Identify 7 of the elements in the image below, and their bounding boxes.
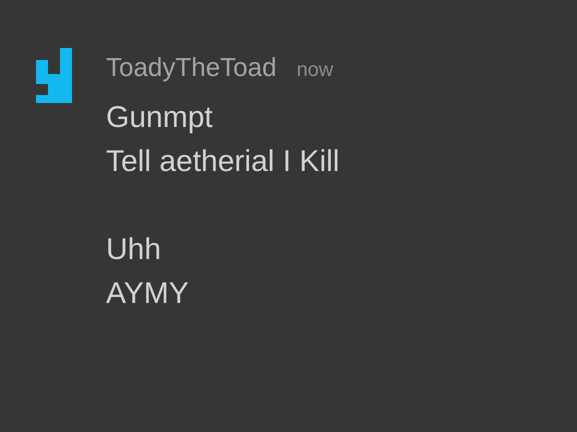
timestamp: now	[296, 59, 334, 82]
message-line: Tell aetherial I Kill	[106, 144, 340, 180]
message-line: AYMY	[106, 276, 190, 312]
message-line: Gunmpt	[106, 100, 214, 136]
avatar-icon	[36, 48, 72, 103]
username: ToadyTheToad	[106, 52, 277, 83]
message-line: Uhh	[106, 232, 162, 268]
